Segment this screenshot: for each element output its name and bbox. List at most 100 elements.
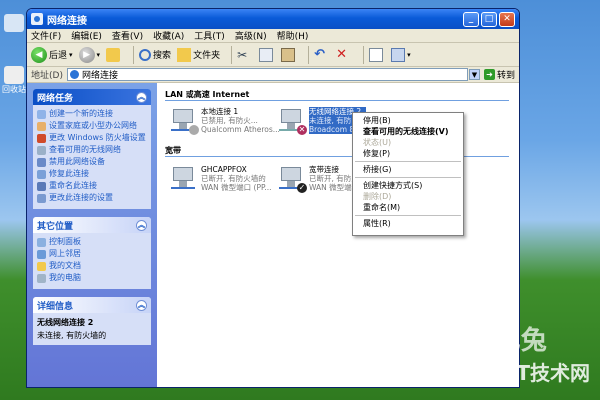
panel-title: 其它位置 xyxy=(37,221,74,232)
address-dropdown[interactable]: ▼ xyxy=(468,69,480,80)
place-control-panel[interactable]: 控制面板 xyxy=(37,237,147,247)
place-my-computer[interactable]: 我的电脑 xyxy=(37,273,147,283)
connection-device: WAN 微型端口 (PP... xyxy=(201,183,272,192)
up-button[interactable] xyxy=(106,47,122,62)
details-body: 无线网络连接 2 未连接, 有防火墙的 xyxy=(33,313,151,345)
task-disable-device[interactable]: 禁用此网络设备 xyxy=(37,157,147,167)
properties-button[interactable] xyxy=(369,47,385,62)
title-bar[interactable]: 网络连接 _ □ ✕ xyxy=(27,9,519,29)
network-icon xyxy=(69,70,79,79)
menu-tools[interactable]: 工具(T) xyxy=(194,29,225,42)
window-title: 网络连接 xyxy=(47,15,87,27)
task-repair-connection[interactable]: 修复此连接 xyxy=(37,169,147,179)
panel-title: 网络任务 xyxy=(37,93,74,104)
ctx-bridge[interactable]: 桥接(G) xyxy=(353,164,463,175)
ctx-view-wireless[interactable]: 查看可用的无线连接(V) xyxy=(353,126,463,137)
task-view-wireless[interactable]: 查看可用的无线网络 xyxy=(37,145,147,155)
task-label: 修复此连接 xyxy=(49,169,89,178)
go-label: 转到 xyxy=(496,71,515,81)
computer-icon xyxy=(37,274,46,283)
ctx-properties[interactable]: 属性(R) xyxy=(353,218,463,229)
undo-button[interactable]: ↶ xyxy=(314,46,330,62)
details-panel: 详细信息 ︽ 无线网络连接 2 未连接, 有防火墙的 xyxy=(33,297,151,345)
folder-up-icon xyxy=(106,47,121,62)
watermark-brand: 我爱IT技术网 xyxy=(468,361,590,385)
task-firewall-settings[interactable]: 更改 Windows 防火墙设置 xyxy=(37,133,147,143)
other-places-body: 控制面板 网上邻居 我的文档 我的电脑 xyxy=(33,233,151,289)
default-check-icon: ✓ xyxy=(297,183,307,193)
maximize-button[interactable]: □ xyxy=(481,11,497,27)
place-my-documents[interactable]: 我的文档 xyxy=(37,261,147,271)
search-button[interactable]: 搜索 xyxy=(139,48,171,61)
views-button[interactable]: ▾ xyxy=(391,47,411,62)
collapse-icon[interactable]: ︽ xyxy=(136,91,147,103)
forward-arrow-icon: ▶ xyxy=(78,46,95,63)
scissors-icon: ✂ xyxy=(237,47,248,62)
panel-title: 详细信息 xyxy=(37,301,74,312)
menu-advanced[interactable]: 高级(N) xyxy=(235,29,267,42)
task-label: 创建一个新的连接 xyxy=(49,109,113,118)
menu-edit[interactable]: 编辑(E) xyxy=(71,29,102,42)
back-button[interactable]: ◀ 后退 ▾ xyxy=(31,46,73,63)
toolbar-separator xyxy=(231,45,233,64)
minimize-button[interactable]: _ xyxy=(463,11,479,27)
place-network-neighborhood[interactable]: 网上邻居 xyxy=(37,249,147,259)
watermark-mark: 十巴兔 xyxy=(468,326,547,356)
ctx-rename[interactable]: 重命名(M) xyxy=(353,202,463,213)
wireless-icon xyxy=(37,146,46,155)
forward-button[interactable]: ▶ ▾ xyxy=(78,46,101,63)
copy-button[interactable] xyxy=(259,47,275,62)
connection-name: 本地连接 1 xyxy=(201,107,239,116)
address-label: 地址(D) xyxy=(31,71,63,81)
ctx-disable[interactable]: 停用(B) xyxy=(353,115,463,126)
ctx-create-shortcut[interactable]: 创建快捷方式(S) xyxy=(353,180,463,191)
network-tasks-header[interactable]: 网络任务 ︽ xyxy=(33,89,151,105)
network-places-icon xyxy=(37,250,46,259)
home-network-icon xyxy=(37,122,46,131)
task-home-network[interactable]: 设置家庭或小型办公网络 xyxy=(37,121,147,131)
toolbar-separator xyxy=(133,45,135,64)
cut-button[interactable]: ✂ xyxy=(237,48,253,62)
folders-button[interactable]: 文件夹 xyxy=(177,47,220,62)
task-label: 更改 Windows 防火墙设置 xyxy=(49,133,146,142)
menu-help[interactable]: 帮助(H) xyxy=(277,29,309,42)
chevron-down-icon: ▾ xyxy=(96,50,101,59)
lan-adapter-icon xyxy=(169,107,199,135)
firewall-icon xyxy=(37,134,46,143)
details-header[interactable]: 详细信息 ︽ xyxy=(33,297,151,313)
task-label: 更改此连接的设置 xyxy=(49,193,113,202)
task-label: 禁用此网络设备 xyxy=(49,157,105,166)
task-label: 重命名此连接 xyxy=(49,181,97,190)
collapse-icon[interactable]: ︽ xyxy=(136,219,147,231)
task-change-settings[interactable]: 更改此连接的设置 xyxy=(37,193,147,203)
task-rename-connection[interactable]: 重命名此连接 xyxy=(37,181,147,191)
go-button[interactable]: ➜ 转到 xyxy=(483,68,515,81)
connection-local-area[interactable]: 本地连接 1 已禁用, 有防火... Qualcomm Atheros... xyxy=(169,107,280,135)
place-label: 我的电脑 xyxy=(49,273,81,282)
views-icon xyxy=(391,47,406,62)
network-app-icon xyxy=(31,13,43,25)
desktop-icon-recycle[interactable]: 回收站 xyxy=(2,66,26,95)
paste-button[interactable] xyxy=(281,47,297,62)
undo-icon: ↶ xyxy=(314,46,325,62)
task-create-connection[interactable]: 创建一个新的连接 xyxy=(37,109,147,119)
connection-device: Qualcomm Atheros... xyxy=(201,125,280,134)
other-places-panel: 其它位置 ︽ 控制面板 网上邻居 我的文档 我的电脑 xyxy=(33,217,151,289)
desktop-icon[interactable] xyxy=(2,14,26,32)
network-tasks-body: 创建一个新的连接 设置家庭或小型办公网络 更改 Windows 防火墙设置 查看… xyxy=(33,105,151,209)
chevron-down-icon: ▾ xyxy=(69,50,73,59)
delete-button[interactable]: ✕ xyxy=(336,47,352,62)
other-places-header[interactable]: 其它位置 ︽ xyxy=(33,217,151,233)
menu-file[interactable]: 文件(F) xyxy=(31,29,61,42)
connection-ghcappfox[interactable]: GHCAPPFOX 已断开, 有防火墙的 WAN 微型端口 (PP... xyxy=(169,165,271,193)
address-input[interactable]: 网络连接 xyxy=(66,68,468,81)
connection-text: 本地连接 1 已禁用, 有防火... Qualcomm Atheros... xyxy=(201,107,280,134)
trash-icon xyxy=(4,66,24,84)
menu-view[interactable]: 查看(V) xyxy=(112,29,143,42)
connection-status: 已禁用, 有防火... xyxy=(201,116,258,125)
collapse-icon[interactable]: ︽ xyxy=(136,299,147,311)
menu-favorites[interactable]: 收藏(A) xyxy=(153,29,184,42)
new-connection-icon xyxy=(37,110,46,119)
close-button[interactable]: ✕ xyxy=(499,11,515,27)
ctx-repair[interactable]: 修复(P) xyxy=(353,148,463,159)
